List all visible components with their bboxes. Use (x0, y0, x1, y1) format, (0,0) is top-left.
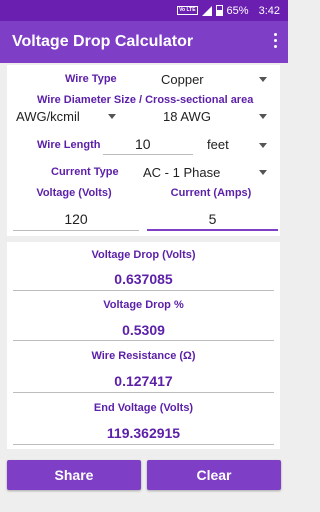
voltage-input[interactable]: 120 (13, 206, 139, 231)
clear-button[interactable]: Clear (147, 460, 281, 490)
wire-length-label: Wire Length (37, 139, 101, 151)
wire-size-unit-dropdown-icon (108, 114, 116, 119)
divider (13, 290, 274, 291)
length-unit-dropdown-icon (259, 143, 267, 148)
length-unit-select[interactable]: feet (203, 133, 273, 155)
divider (13, 444, 274, 445)
voltage-drop-pct-value: 0.5309 (122, 322, 165, 338)
wire-size-label: Wire Diameter Size / Cross-sectional are… (37, 94, 254, 106)
wire-size-dropdown-icon (259, 114, 267, 119)
current-input[interactable]: 5 (147, 206, 278, 231)
wire-type-dropdown-icon (259, 77, 267, 82)
wire-resistance-label: Wire Resistance (Ω) (91, 350, 196, 362)
signal-icon (201, 5, 212, 16)
inputs-card: Wire Type Copper Wire Diameter Size / Cr… (7, 65, 280, 236)
end-voltage-label: End Voltage (Volts) (93, 402, 194, 414)
overflow-menu-icon[interactable] (272, 33, 278, 48)
wire-size-unit-value: AWG/kcmil (16, 109, 80, 124)
wire-resistance-value: 0.127417 (114, 373, 173, 389)
current-type-select[interactable]: AC - 1 Phase (137, 161, 273, 183)
end-voltage-value: 119.362915 (106, 425, 181, 441)
wire-type-select[interactable]: Copper (155, 68, 273, 90)
wire-size-value: 18 AWG (163, 109, 211, 124)
app-bar: Voltage Drop Calculator (0, 21, 288, 63)
wire-type-label: Wire Type (65, 73, 117, 85)
wire-size-select[interactable]: 18 AWG (157, 106, 273, 126)
battery-level: 65% (226, 4, 249, 17)
current-label: Current (Amps) (170, 187, 252, 199)
volte-badge: Vo LTE (177, 6, 198, 15)
wire-length-value: 10 (135, 136, 151, 152)
length-unit-value: feet (207, 137, 229, 152)
share-button[interactable]: Share (7, 460, 141, 490)
current-type-value: AC - 1 Phase (143, 165, 221, 180)
divider (13, 340, 274, 341)
current-type-dropdown-icon (259, 170, 267, 175)
wire-type-value: Copper (161, 72, 204, 87)
divider (13, 392, 274, 393)
voltage-label: Voltage (Volts) (36, 187, 112, 199)
app-title: Voltage Drop Calculator (12, 33, 194, 50)
voltage-value: 120 (64, 211, 88, 227)
voltage-drop-pct-label: Voltage Drop % (103, 299, 184, 311)
voltage-drop-label: Voltage Drop (Volts) (91, 249, 196, 261)
status-bar: Vo LTE 65% 3:42 (0, 0, 288, 21)
battery-icon (215, 5, 223, 16)
wire-size-unit-select[interactable]: AWG/kcmil (13, 106, 123, 126)
current-value: 5 (208, 211, 217, 227)
results-card: Voltage Drop (Volts) 0.637085 Voltage Dr… (7, 242, 280, 449)
current-type-label: Current Type (51, 166, 119, 178)
voltage-drop-value: 0.637085 (114, 271, 173, 287)
wire-length-input[interactable]: 10 (103, 133, 193, 155)
status-indicators: Vo LTE 65% 3:42 (177, 0, 280, 21)
clock: 3:42 (258, 4, 280, 17)
